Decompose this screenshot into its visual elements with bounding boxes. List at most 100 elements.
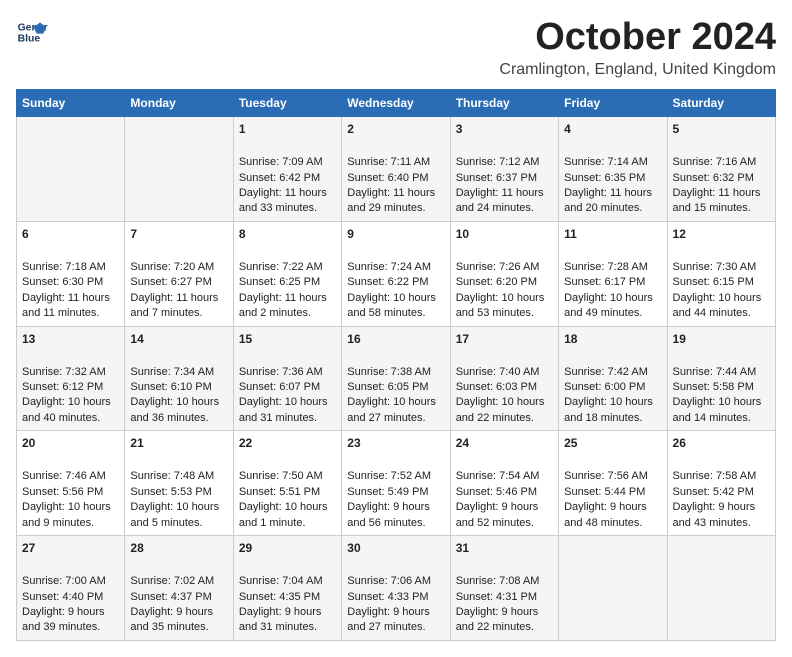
day-info: and 58 minutes. xyxy=(347,307,425,319)
day-info: Sunset: 4:40 PM xyxy=(22,591,103,603)
day-info: Sunset: 6:27 PM xyxy=(130,276,211,288)
day-info: and 11 minutes. xyxy=(22,307,99,319)
day-number: 11 xyxy=(564,226,661,243)
calendar-cell: 12 Sunrise: 7:30 AM Sunset: 6:15 PM Dayl… xyxy=(667,221,775,326)
day-info: Daylight: 11 hours xyxy=(456,187,544,199)
calendar-cell: 26 Sunrise: 7:58 AM Sunset: 5:42 PM Dayl… xyxy=(667,431,775,536)
calendar-cell: 10 Sunrise: 7:26 AM Sunset: 6:20 PM Dayl… xyxy=(450,221,558,326)
day-info: and 5 minutes. xyxy=(130,517,202,529)
day-number: 20 xyxy=(22,435,119,452)
day-info: Sunrise: 7:12 AM xyxy=(456,156,540,168)
calendar-cell: 24 Sunrise: 7:54 AM Sunset: 5:46 PM Dayl… xyxy=(450,431,558,536)
day-info: and 29 minutes. xyxy=(347,202,425,214)
day-info: Daylight: 10 hours xyxy=(564,292,653,304)
location: Cramlington, England, United Kingdom xyxy=(499,61,776,79)
calendar-week-5: 27 Sunrise: 7:00 AM Sunset: 4:40 PM Dayl… xyxy=(17,536,776,641)
day-number: 28 xyxy=(130,540,227,557)
day-info: and 2 minutes. xyxy=(239,307,311,319)
day-number: 24 xyxy=(456,435,553,452)
calendar-cell: 9 Sunrise: 7:24 AM Sunset: 6:22 PM Dayli… xyxy=(342,221,450,326)
day-header-thursday: Thursday xyxy=(450,90,558,117)
day-number: 23 xyxy=(347,435,444,452)
month-title: October 2024 xyxy=(499,16,776,59)
day-header-friday: Friday xyxy=(559,90,667,117)
day-info: Sunset: 6:17 PM xyxy=(564,276,645,288)
day-info: Daylight: 11 hours xyxy=(130,292,218,304)
day-info: and 9 minutes. xyxy=(22,517,94,529)
calendar-week-4: 20 Sunrise: 7:46 AM Sunset: 5:56 PM Dayl… xyxy=(17,431,776,536)
day-info: Sunrise: 7:40 AM xyxy=(456,366,540,378)
day-info: and 18 minutes. xyxy=(564,412,642,424)
day-number: 27 xyxy=(22,540,119,557)
day-info: and 31 minutes. xyxy=(239,621,317,633)
day-number: 9 xyxy=(347,226,444,243)
day-info: Sunset: 6:40 PM xyxy=(347,172,428,184)
day-info: and 40 minutes. xyxy=(22,412,100,424)
calendar-cell: 13 Sunrise: 7:32 AM Sunset: 6:12 PM Dayl… xyxy=(17,326,125,431)
day-info: Sunrise: 7:42 AM xyxy=(564,366,648,378)
day-info: Sunrise: 7:09 AM xyxy=(239,156,323,168)
day-info: Daylight: 11 hours xyxy=(564,187,652,199)
calendar-cell: 8 Sunrise: 7:22 AM Sunset: 6:25 PM Dayli… xyxy=(233,221,341,326)
calendar-cell: 23 Sunrise: 7:52 AM Sunset: 5:49 PM Dayl… xyxy=(342,431,450,536)
day-info: Sunset: 5:51 PM xyxy=(239,486,320,498)
day-number: 14 xyxy=(130,331,227,348)
day-info: Sunset: 6:32 PM xyxy=(673,172,754,184)
day-info: Sunset: 5:56 PM xyxy=(22,486,103,498)
day-info: and 35 minutes. xyxy=(130,621,208,633)
day-info: Sunrise: 7:36 AM xyxy=(239,366,323,378)
calendar-cell: 14 Sunrise: 7:34 AM Sunset: 6:10 PM Dayl… xyxy=(125,326,233,431)
day-info: Sunset: 4:37 PM xyxy=(130,591,211,603)
calendar-cell: 7 Sunrise: 7:20 AM Sunset: 6:27 PM Dayli… xyxy=(125,221,233,326)
day-number: 8 xyxy=(239,226,336,243)
day-info: Sunset: 6:05 PM xyxy=(347,381,428,393)
day-number: 18 xyxy=(564,331,661,348)
logo-icon: General Blue xyxy=(16,16,48,48)
day-header-monday: Monday xyxy=(125,90,233,117)
calendar-cell: 22 Sunrise: 7:50 AM Sunset: 5:51 PM Dayl… xyxy=(233,431,341,536)
day-info: Sunrise: 7:16 AM xyxy=(673,156,757,168)
day-info: and 53 minutes. xyxy=(456,307,534,319)
day-info: Sunset: 5:58 PM xyxy=(673,381,754,393)
day-info: and 43 minutes. xyxy=(673,517,751,529)
calendar-cell: 2 Sunrise: 7:11 AM Sunset: 6:40 PM Dayli… xyxy=(342,117,450,222)
day-info: and 15 minutes. xyxy=(673,202,751,214)
calendar-week-2: 6 Sunrise: 7:18 AM Sunset: 6:30 PM Dayli… xyxy=(17,221,776,326)
day-header-wednesday: Wednesday xyxy=(342,90,450,117)
day-info: Sunset: 6:00 PM xyxy=(564,381,645,393)
day-info: Sunrise: 7:02 AM xyxy=(130,575,214,587)
calendar-cell: 29 Sunrise: 7:04 AM Sunset: 4:35 PM Dayl… xyxy=(233,536,341,641)
calendar-cell: 1 Sunrise: 7:09 AM Sunset: 6:42 PM Dayli… xyxy=(233,117,341,222)
calendar-cell: 4 Sunrise: 7:14 AM Sunset: 6:35 PM Dayli… xyxy=(559,117,667,222)
calendar-cell: 31 Sunrise: 7:08 AM Sunset: 4:31 PM Dayl… xyxy=(450,536,558,641)
calendar-cell: 28 Sunrise: 7:02 AM Sunset: 4:37 PM Dayl… xyxy=(125,536,233,641)
day-info: Sunrise: 7:20 AM xyxy=(130,261,214,273)
day-info: Sunrise: 7:04 AM xyxy=(239,575,323,587)
calendar-cell: 6 Sunrise: 7:18 AM Sunset: 6:30 PM Dayli… xyxy=(17,221,125,326)
day-number: 26 xyxy=(673,435,770,452)
day-info: Daylight: 10 hours xyxy=(239,501,328,513)
calendar-cell: 16 Sunrise: 7:38 AM Sunset: 6:05 PM Dayl… xyxy=(342,326,450,431)
day-info: Sunset: 4:31 PM xyxy=(456,591,537,603)
day-info: Sunset: 6:10 PM xyxy=(130,381,211,393)
day-info: Sunrise: 7:00 AM xyxy=(22,575,106,587)
day-info: Daylight: 10 hours xyxy=(347,292,436,304)
day-info: Daylight: 11 hours xyxy=(22,292,110,304)
day-info: and 22 minutes. xyxy=(456,621,534,633)
day-info: and 52 minutes. xyxy=(456,517,534,529)
day-number: 6 xyxy=(22,226,119,243)
day-info: Sunrise: 7:52 AM xyxy=(347,470,431,482)
calendar-cell: 27 Sunrise: 7:00 AM Sunset: 4:40 PM Dayl… xyxy=(17,536,125,641)
header: General Blue October 2024 Cramlington, E… xyxy=(16,16,776,79)
day-info: Sunset: 6:07 PM xyxy=(239,381,320,393)
logo: General Blue xyxy=(16,16,48,48)
day-info: and 36 minutes. xyxy=(130,412,208,424)
calendar-cell: 25 Sunrise: 7:56 AM Sunset: 5:44 PM Dayl… xyxy=(559,431,667,536)
day-info: and 22 minutes. xyxy=(456,412,534,424)
day-info: Daylight: 9 hours xyxy=(456,501,539,513)
day-number: 22 xyxy=(239,435,336,452)
day-info: Sunrise: 7:18 AM xyxy=(22,261,106,273)
day-info: Daylight: 9 hours xyxy=(673,501,756,513)
day-info: Sunrise: 7:38 AM xyxy=(347,366,431,378)
day-header-sunday: Sunday xyxy=(17,90,125,117)
